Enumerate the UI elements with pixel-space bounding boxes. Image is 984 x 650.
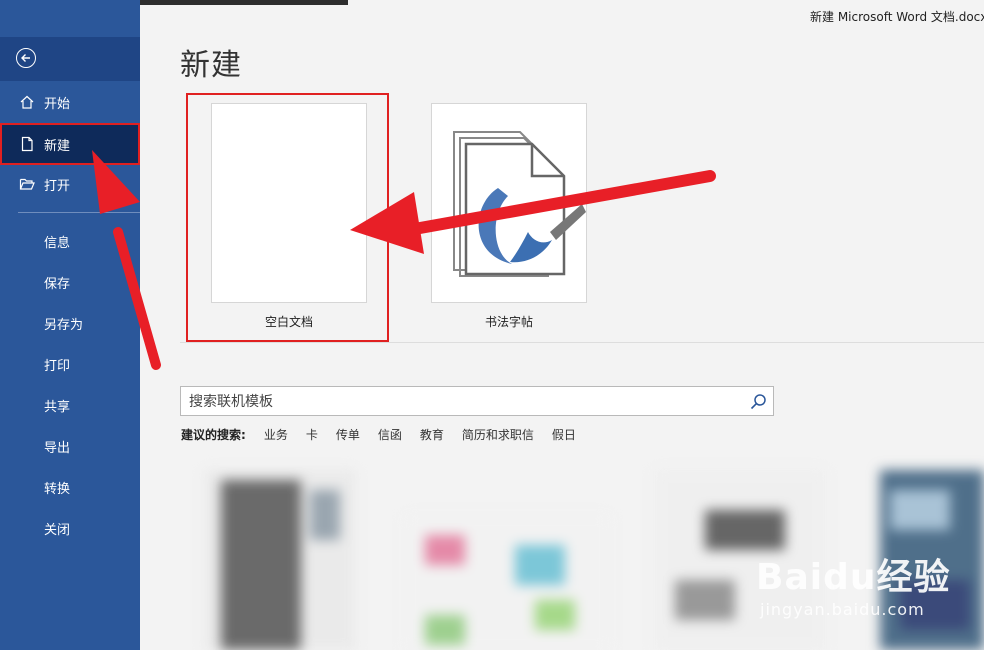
template-calligraphy[interactable] (431, 103, 587, 303)
sidebar-item-label: 另存为 (44, 317, 84, 333)
suggested-keyword[interactable]: 简历和求职信 (462, 426, 534, 443)
home-icon (19, 94, 35, 110)
calligraphy-thumbnail-icon (453, 131, 586, 277)
sidebar-item-label: 导出 (44, 440, 71, 456)
sidebar-item-export[interactable]: 导出 (0, 427, 140, 465)
sidebar-item-close[interactable]: 关闭 (0, 509, 140, 547)
blurred-template-thumbnail[interactable] (405, 515, 610, 650)
sidebar-item-label: 保存 (44, 276, 71, 292)
sidebar-item-new[interactable]: 新建 (0, 123, 140, 165)
sidebar-item-save-as[interactable]: 另存为 (0, 304, 140, 342)
suggested-keyword[interactable]: 业务 (264, 426, 288, 443)
sidebar-item-share[interactable]: 共享 (0, 386, 140, 424)
suggested-searches: 建议的搜索: 业务 卡 传单 信函 教育 简历和求职信 假日 (181, 426, 594, 443)
sidebar-item-label: 转换 (44, 481, 71, 497)
sidebar: 开始 新建 打开 信息 保存 另存为 打印 共享 导出 转换 关闭 (0, 0, 140, 650)
sidebar-item-save[interactable]: 保存 (0, 263, 140, 301)
sidebar-item-label: 新建 (44, 138, 71, 154)
sidebar-item-label: 打印 (44, 358, 71, 374)
sidebar-item-transform[interactable]: 转换 (0, 468, 140, 506)
sidebar-item-label: 开始 (44, 96, 71, 112)
new-document-icon (19, 136, 35, 152)
sidebar-divider (18, 212, 140, 213)
document-title: 新建 Microsoft Word 文档.docx (810, 10, 984, 24)
sidebar-item-open[interactable]: 打开 (0, 165, 140, 203)
watermark-url: jingyan.baidu.com (760, 600, 925, 619)
sidebar-item-info[interactable]: 信息 (0, 222, 140, 260)
section-divider (180, 342, 984, 343)
back-arrow-icon (16, 48, 36, 68)
sidebar-item-print[interactable]: 打印 (0, 345, 140, 383)
sidebar-item-label: 共享 (44, 399, 71, 415)
blurred-template-thumbnail[interactable] (205, 470, 355, 650)
page-title: 新建 (180, 48, 242, 83)
suggested-keyword[interactable]: 信函 (378, 426, 402, 443)
watermark-brand: Baidu经验 (756, 557, 951, 598)
folder-open-icon (19, 176, 35, 192)
suggested-label: 建议的搜索: (181, 428, 246, 442)
suggested-keyword[interactable]: 假日 (552, 426, 576, 443)
sidebar-item-label: 打开 (44, 178, 71, 194)
suggested-keyword[interactable]: 传单 (336, 426, 360, 443)
highlight-box (186, 93, 389, 342)
suggested-keyword[interactable]: 卡 (306, 426, 318, 443)
back-button[interactable] (0, 37, 140, 81)
search-input[interactable] (187, 387, 741, 417)
suggested-keyword[interactable]: 教育 (420, 426, 444, 443)
template-label: 书法字帖 (484, 315, 533, 329)
sidebar-item-label: 关闭 (44, 522, 71, 538)
baidu-watermark: Baidu经验 jingyan.baidu.com (756, 548, 950, 619)
sidebar-item-label: 信息 (44, 235, 71, 251)
search-icon[interactable] (750, 393, 767, 414)
sidebar-item-home[interactable]: 开始 (0, 83, 140, 121)
search-box (180, 386, 774, 417)
